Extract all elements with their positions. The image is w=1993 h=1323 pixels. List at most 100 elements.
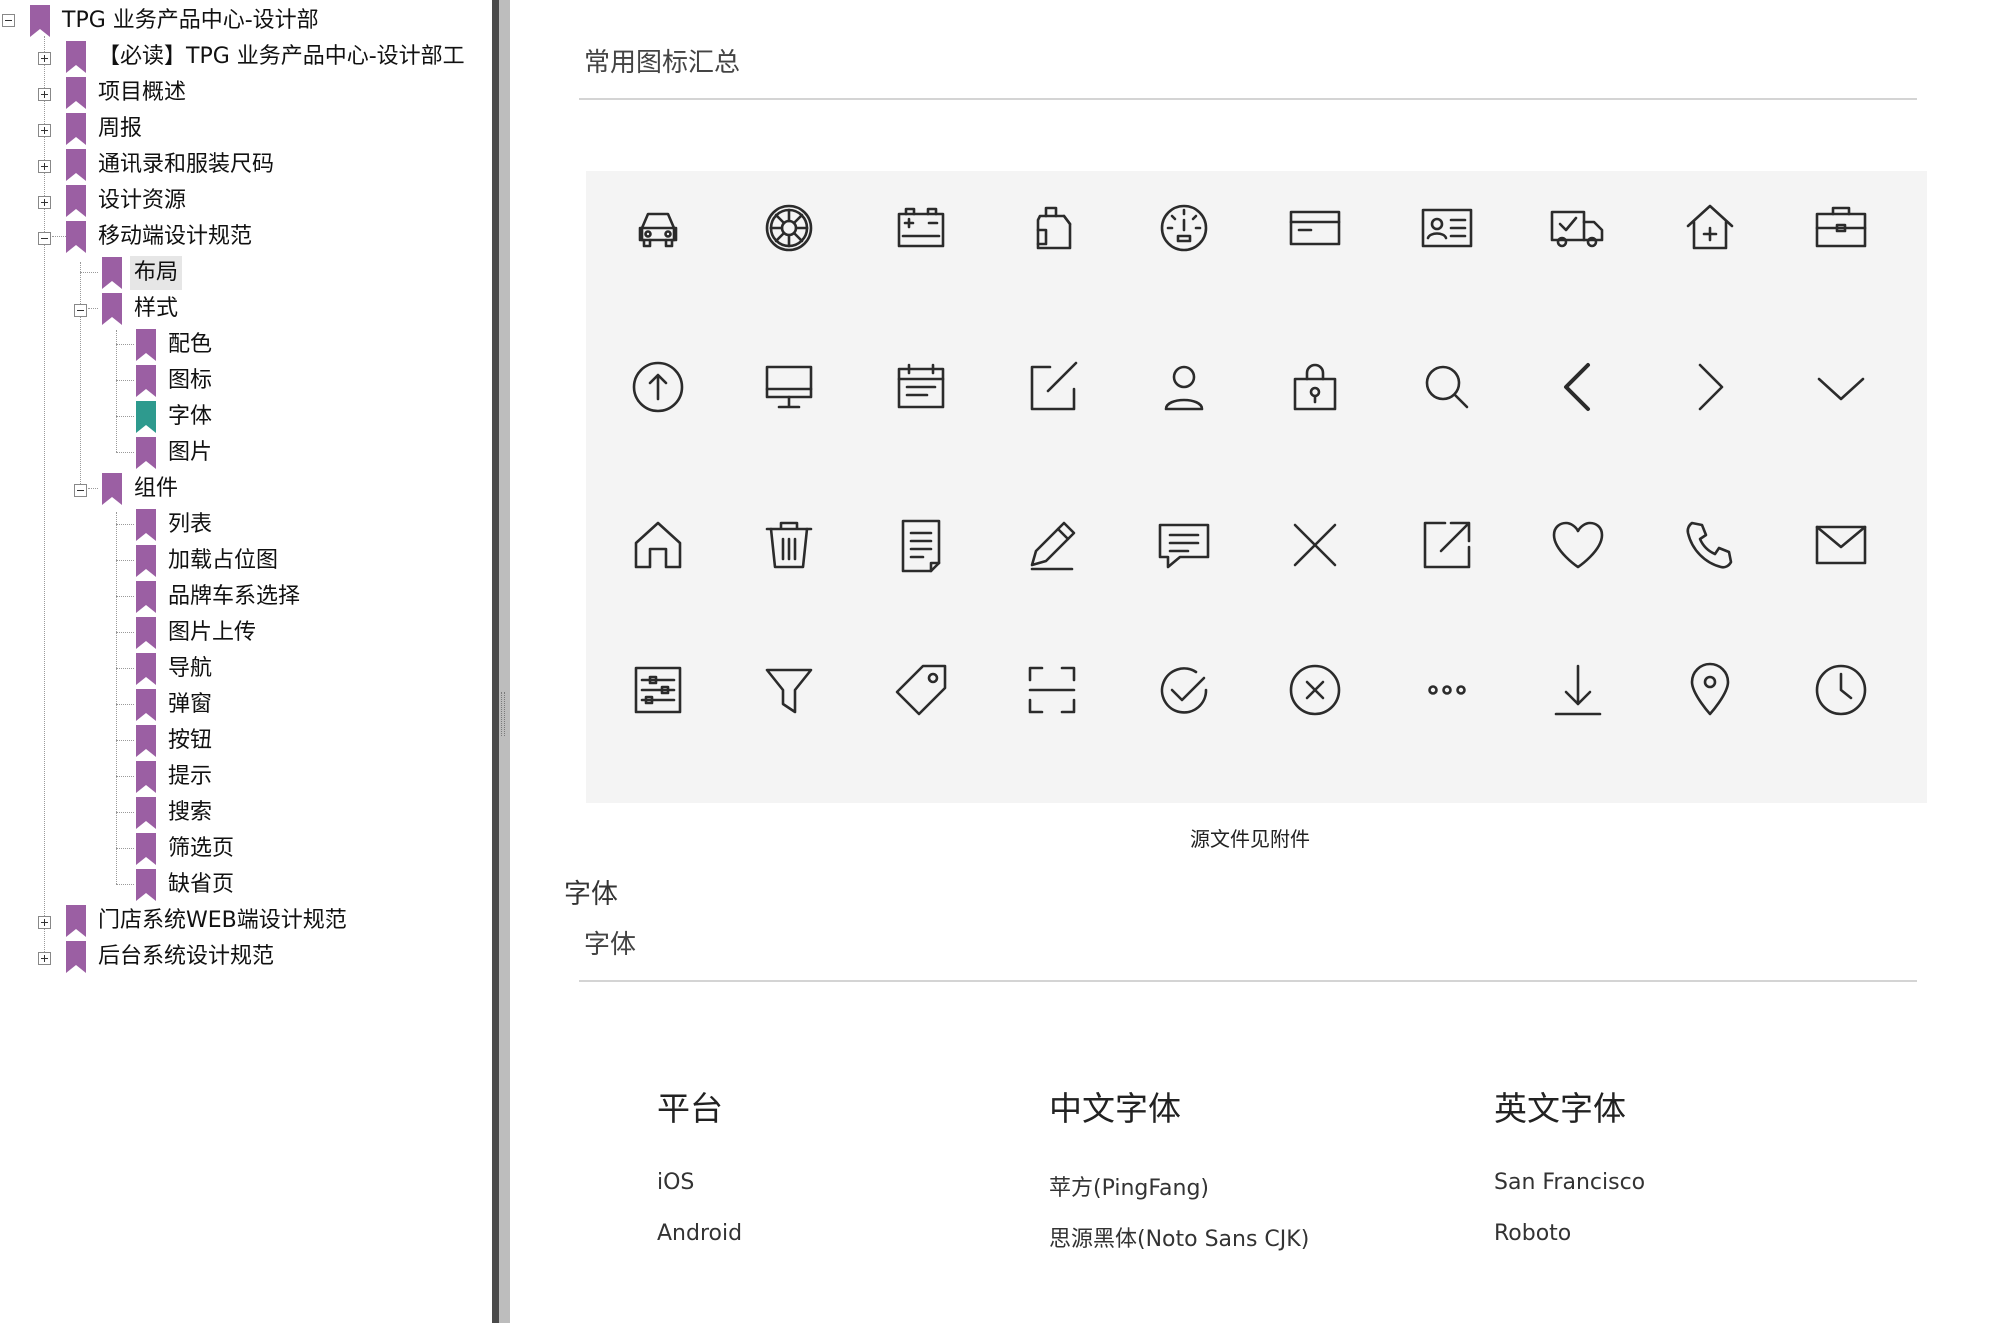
truck-check-icon bbox=[1546, 196, 1610, 260]
bookmark-icon bbox=[136, 581, 156, 613]
bookmark-active-icon bbox=[136, 401, 156, 433]
tree-node-weekly-report[interactable]: 周报 bbox=[66, 112, 146, 146]
expand-toggle[interactable] bbox=[38, 952, 51, 965]
tree-connector bbox=[88, 488, 98, 489]
tree-node-label: 布局 bbox=[130, 256, 183, 290]
tree-connector bbox=[116, 668, 134, 669]
close-icon bbox=[1283, 513, 1347, 577]
collapse-toggle[interactable] bbox=[74, 484, 87, 497]
document-content: 常用图标汇总 源文件见附件 字体 字体 平台 中文字体 英文字体 iOS 苹方(… bbox=[510, 0, 1993, 1323]
collapse-toggle[interactable] bbox=[38, 232, 51, 245]
tree-node-label: 列表 bbox=[168, 512, 213, 537]
tree-node-project-overview[interactable]: 项目概述 bbox=[66, 76, 190, 110]
tree-connector bbox=[116, 380, 134, 381]
tree-node-label: 导航 bbox=[168, 656, 213, 681]
splitter-grip[interactable] bbox=[501, 692, 505, 736]
tree-node-label: 【必读】TPG 业务产品中心-设计部工 bbox=[98, 44, 465, 69]
tree-node-list[interactable]: 列表 bbox=[136, 508, 216, 542]
tree-node-style[interactable]: 样式 bbox=[102, 292, 182, 326]
tree-node-label: 组件 bbox=[134, 476, 179, 501]
tree-node-image-upload[interactable]: 图片上传 bbox=[136, 616, 260, 650]
bookmark-icon bbox=[136, 437, 156, 469]
title-divider bbox=[579, 98, 1917, 100]
expand-toggle[interactable] bbox=[38, 160, 51, 173]
arrow-up-circle-icon bbox=[626, 355, 690, 419]
expand-toggle[interactable] bbox=[38, 88, 51, 101]
tree-node-label: 搜索 bbox=[168, 800, 213, 825]
tree-node-label: 图片 bbox=[168, 440, 213, 465]
user-icon bbox=[1152, 355, 1216, 419]
chevron-left-icon bbox=[1546, 355, 1610, 419]
tree-node-layout[interactable]: 布局 bbox=[102, 256, 183, 290]
font-table-header-chinese: 中文字体 bbox=[1049, 1089, 1181, 1128]
speedometer-icon bbox=[1152, 196, 1216, 260]
tree-node-tips[interactable]: 提示 bbox=[136, 760, 216, 794]
tree-node-root[interactable]: TPG 业务产品中心-设计部 bbox=[30, 4, 323, 38]
attachment-caption: 源文件见附件 bbox=[1190, 827, 1310, 851]
lock-bag-icon bbox=[1283, 355, 1347, 419]
tree-node-font[interactable]: 字体 bbox=[136, 400, 216, 434]
chevron-right-icon bbox=[1678, 355, 1742, 419]
search-icon bbox=[1415, 355, 1479, 419]
tree-connector bbox=[116, 884, 134, 885]
tree-node-dialog[interactable]: 弹窗 bbox=[136, 688, 216, 722]
collapse-toggle[interactable] bbox=[74, 304, 87, 317]
tree-node-search[interactable]: 搜索 bbox=[136, 796, 216, 830]
tree-node-color[interactable]: 配色 bbox=[136, 328, 216, 362]
tree-connector bbox=[116, 344, 134, 345]
tree-connector bbox=[80, 262, 81, 488]
bookmark-icon bbox=[136, 653, 156, 685]
expand-toggle[interactable] bbox=[38, 52, 51, 65]
tree-node-label: 配色 bbox=[168, 332, 213, 357]
tree-node-filter-page[interactable]: 筛选页 bbox=[136, 832, 238, 866]
tree-node-design-resources[interactable]: 设计资源 bbox=[66, 184, 190, 218]
tree-node-label: 门店系统WEB端设计规范 bbox=[98, 908, 347, 933]
tree-node-must-read[interactable]: 【必读】TPG 业务产品中心-设计部工 bbox=[66, 40, 469, 74]
collapse-toggle[interactable] bbox=[2, 14, 15, 27]
trash-icon bbox=[757, 513, 821, 577]
tree-node-contacts[interactable]: 通讯录和服装尺码 bbox=[66, 148, 278, 182]
pencil-icon bbox=[1020, 513, 1084, 577]
expand-toggle[interactable] bbox=[38, 196, 51, 209]
pane-splitter[interactable] bbox=[492, 0, 510, 1323]
home-icon bbox=[626, 513, 690, 577]
bookmark-icon bbox=[136, 833, 156, 865]
tree-connector bbox=[44, 36, 45, 960]
tree-node-components[interactable]: 组件 bbox=[102, 472, 182, 506]
tree-node-label: 按钮 bbox=[168, 728, 213, 753]
tree-node-images[interactable]: 图片 bbox=[136, 436, 216, 470]
expand-toggle[interactable] bbox=[38, 916, 51, 929]
bookmark-icon bbox=[136, 365, 156, 397]
tree-node-placeholder[interactable]: 加载占位图 bbox=[136, 544, 282, 578]
tree-node-label: 设计资源 bbox=[98, 188, 187, 213]
tree-node-mobile-spec[interactable]: 移动端设计规范 bbox=[66, 220, 256, 254]
monitor-icon bbox=[757, 355, 821, 419]
tree-connector bbox=[116, 632, 134, 633]
tree-node-icons[interactable]: 图标 bbox=[136, 364, 216, 398]
tree-node-label: TPG 业务产品中心-设计部 bbox=[62, 8, 319, 33]
bookmark-icon bbox=[30, 5, 50, 37]
tree-node-admin-spec[interactable]: 后台系统设计规范 bbox=[66, 940, 278, 974]
tire-icon bbox=[757, 196, 821, 260]
tree-node-button[interactable]: 按钮 bbox=[136, 724, 216, 758]
tree-node-empty-page[interactable]: 缺省页 bbox=[136, 868, 238, 902]
tree-node-store-web-spec[interactable]: 门店系统WEB端设计规范 bbox=[66, 904, 351, 938]
title-divider bbox=[579, 980, 1917, 982]
expand-toggle[interactable] bbox=[38, 124, 51, 137]
location-icon bbox=[1678, 658, 1742, 722]
bookmark-icon bbox=[136, 617, 156, 649]
bookmark-icon bbox=[66, 905, 86, 937]
tree-node-navigation[interactable]: 导航 bbox=[136, 652, 216, 686]
bookmark-icon bbox=[66, 41, 86, 73]
font-table-header-english: 英文字体 bbox=[1494, 1089, 1626, 1128]
font-table-cell: 苹方(PingFang) bbox=[1049, 1176, 1209, 1201]
tree-node-brand-select[interactable]: 品牌车系选择 bbox=[136, 580, 304, 614]
bookmark-icon bbox=[66, 77, 86, 109]
id-card-icon bbox=[1415, 196, 1479, 260]
tree-node-label: 筛选页 bbox=[168, 836, 235, 861]
tree-node-label: 缺省页 bbox=[168, 872, 235, 897]
tree-node-label: 通讯录和服装尺码 bbox=[98, 152, 275, 177]
settings-sliders-icon bbox=[626, 658, 690, 722]
card-icon bbox=[1283, 196, 1347, 260]
font-table-cell: iOS bbox=[657, 1170, 695, 1195]
